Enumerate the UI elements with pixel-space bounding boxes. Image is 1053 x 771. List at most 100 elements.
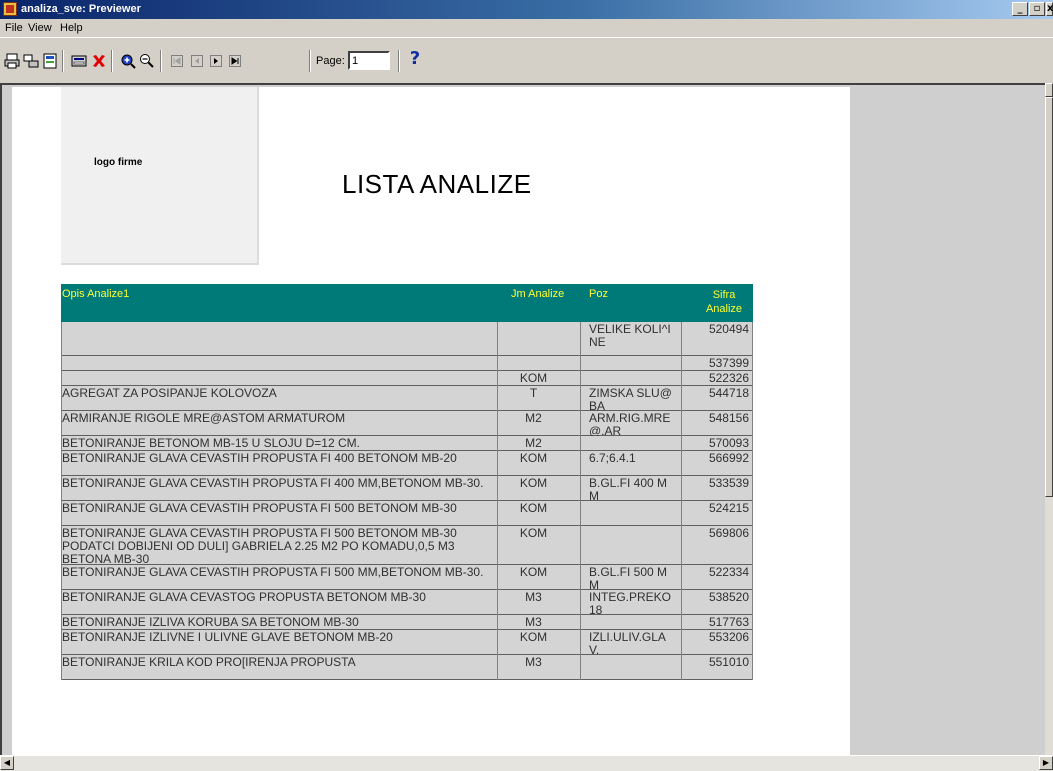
- scroll-left-button[interactable]: ◀: [0, 756, 14, 770]
- first-page-icon: [171, 55, 183, 67]
- window-title: analiza_sve: Previewer: [21, 3, 141, 15]
- scroll-right-button[interactable]: ▶: [1039, 756, 1053, 770]
- cell-sifra: 533539: [708, 476, 749, 490]
- cell-jm: M3: [525, 590, 542, 604]
- table-row: BETONIRANJE IZLIVA KORUBA SA BETONOM MB-…: [61, 615, 753, 630]
- close-preview-button[interactable]: [90, 52, 108, 70]
- cell-poz: B.GL.FI 400 MM: [589, 476, 668, 503]
- vertical-scrollbar[interactable]: [1045, 83, 1053, 755]
- last-page-icon: [229, 55, 241, 67]
- cell-jm: KOM: [519, 476, 548, 490]
- column-header-opis: Opis Analize1: [62, 288, 130, 300]
- cell-jm: M2: [525, 436, 542, 450]
- cell-opis: BETONIRANJE IZLIVNE I ULIVNE GLAVE BETON…: [62, 630, 393, 644]
- logo-text: logo firme: [94, 157, 143, 168]
- table-grid-line: [497, 322, 498, 680]
- cell-jm: M3: [525, 615, 542, 629]
- table-header: Opis Analize1 Jm Analize Poz Sifra Anali…: [61, 284, 753, 322]
- cell-jm: KOM: [519, 526, 548, 540]
- cell-opis: BETONIRANJE GLAVA CEVASTIH PROPUSTA FI 5…: [62, 501, 457, 515]
- page-setup-icon: [71, 55, 87, 67]
- cell-opis: BETONIRANJE GLAVA CEVASTIH PROPUSTA FI 4…: [62, 476, 484, 490]
- table-row: KOM 522326: [61, 371, 753, 386]
- toolbar-separator: [398, 50, 400, 72]
- cell-sifra: 520494: [708, 322, 749, 336]
- next-page-icon: [210, 55, 222, 67]
- table-row: BETONIRANJE GLAVA CEVASTIH PROPUSTA FI 5…: [61, 501, 753, 526]
- print-setup-icon: [23, 54, 39, 68]
- zoom-in-icon: [121, 54, 136, 69]
- scroll-up-button[interactable]: [1045, 83, 1053, 97]
- cell-opis: AGREGAT ZA POSIPANJE KOLOVOZA: [62, 386, 277, 400]
- page-setup-button[interactable]: [70, 52, 88, 70]
- page-number-input[interactable]: [348, 51, 390, 70]
- close-button[interactable]: x: [1046, 2, 1053, 16]
- cell-poz: 6.7;6.4.1: [589, 451, 636, 465]
- preview-area[interactable]: logo firme LISTA ANALIZE Opis Analize1 J…: [0, 83, 1045, 755]
- cell-sifra: 522326: [708, 371, 749, 385]
- previous-page-icon: [191, 55, 203, 67]
- help-button[interactable]: ?: [406, 48, 424, 69]
- cell-poz: INTEG.PREKO 18: [589, 590, 672, 617]
- page-label: Page:: [316, 55, 345, 67]
- cell-sifra: 538520: [708, 590, 749, 604]
- cell-jm: M2: [525, 411, 542, 425]
- table-row: BETONIRANJE GLAVA CEVASTIH PROPUSTA FI 5…: [61, 565, 753, 592]
- print-setup-button[interactable]: [22, 52, 40, 70]
- cell-jm: T: [529, 386, 538, 400]
- cell-opis: BETONIRANJE GLAVA CEVASTIH PROPUSTA FI 4…: [62, 451, 457, 465]
- report-page: logo firme LISTA ANALIZE Opis Analize1 J…: [12, 87, 850, 755]
- table-grid-line: [681, 322, 682, 680]
- cell-sifra: 566992: [708, 451, 749, 465]
- app-icon[interactable]: [3, 2, 17, 16]
- cell-opis: BETONIRANJE GLAVA CEVASTOG PROPUSTA BETO…: [62, 590, 426, 604]
- cell-sifra: 551010: [708, 655, 749, 669]
- table-row: 537399: [61, 356, 753, 371]
- column-header-jm: Jm Analize: [511, 288, 565, 300]
- zoom-in-button[interactable]: [119, 52, 137, 70]
- maximize-button[interactable]: ▫: [1029, 2, 1045, 16]
- toolbar-separator: [309, 50, 311, 72]
- table-row: BETONIRANJE IZLIVNE I ULIVNE GLAVE BETON…: [61, 630, 753, 657]
- print-button[interactable]: [3, 52, 21, 70]
- table-row: BETONIRANJE GLAVA CEVASTOG PROPUSTA BETO…: [61, 590, 753, 617]
- toolbar-separator: [62, 50, 64, 72]
- export-button[interactable]: [41, 52, 59, 70]
- table-body: VELIKE KOLI^INE 520494 537399 KOM 522326 AGRE…: [61, 322, 753, 680]
- report-title: LISTA ANALIZE: [342, 169, 532, 199]
- company-logo-placeholder: logo firme: [61, 87, 259, 265]
- title-bar: analiza_sve: Previewer _ ▫ x: [0, 0, 1053, 19]
- printer-icon: [4, 53, 20, 69]
- zoom-out-icon: [140, 54, 154, 68]
- horizontal-scrollbar[interactable]: ◀ ▶: [0, 755, 1053, 771]
- cell-poz: ZIMSKA SLU@BA: [589, 386, 672, 413]
- cell-poz: ARM.RIG.MRE@.AR: [589, 411, 671, 438]
- cell-sifra: 524215: [708, 501, 749, 515]
- cell-jm: KOM: [519, 451, 548, 465]
- first-page-button[interactable]: [168, 52, 186, 70]
- zoom-out-button[interactable]: [138, 52, 156, 70]
- table-row: BETONIRANJE GLAVA CEVASTIH PROPUSTA FI 4…: [61, 476, 753, 503]
- menu-help[interactable]: Help: [60, 22, 83, 34]
- cell-jm: KOM: [519, 371, 548, 385]
- vertical-scroll-thumb[interactable]: [1045, 97, 1053, 497]
- last-page-button[interactable]: [226, 52, 244, 70]
- cell-sifra: 548156: [708, 411, 749, 425]
- cell-opis: BETONIRANJE KRILA KOD PRO[IRENJA PROPUST…: [62, 655, 356, 669]
- cell-opis: BETONIRANJE GLAVA CEVASTIH PROPUSTA FI 5…: [62, 526, 457, 566]
- cell-opis: BETONIRANJE BETONOM MB-15 U SLOJU D=12 C…: [62, 436, 360, 450]
- table-row: ARMIRANJE RIGOLE MRE@ASTOM ARMATUROM M2 AR…: [61, 411, 753, 438]
- menu-view[interactable]: View: [28, 22, 52, 34]
- cell-sifra: 544718: [708, 386, 749, 400]
- cell-jm: KOM: [519, 630, 548, 644]
- red-x-icon: [93, 55, 105, 67]
- cell-sifra: 569806: [708, 526, 749, 540]
- menu-file[interactable]: File: [5, 22, 23, 34]
- table-grid-line: [580, 322, 581, 680]
- cell-sifra: 570093: [708, 436, 749, 450]
- previous-page-button[interactable]: [188, 52, 206, 70]
- minimize-button[interactable]: _: [1012, 2, 1028, 16]
- next-page-button[interactable]: [207, 52, 225, 70]
- cell-jm: KOM: [519, 565, 548, 579]
- table-row: AGREGAT ZA POSIPANJE KOLOVOZA T ZIMSKA SLU…: [61, 386, 753, 413]
